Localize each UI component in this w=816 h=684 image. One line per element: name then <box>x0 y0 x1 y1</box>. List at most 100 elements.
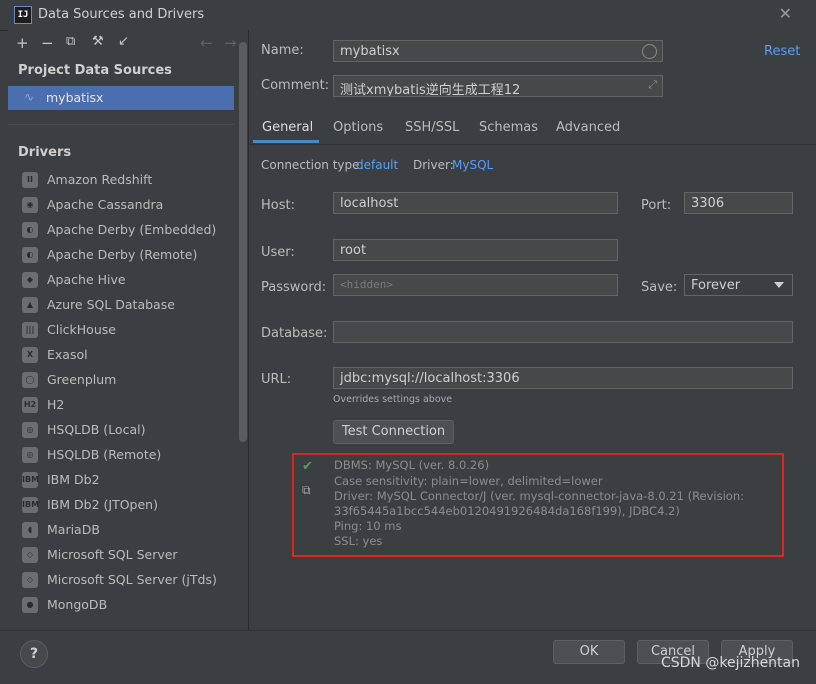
driver-label: IBM Db2 <box>47 472 100 487</box>
chevron-down-icon <box>774 282 784 288</box>
driver-item[interactable]: ◐ Apache Derby (Embedded) <box>8 218 234 243</box>
driver-item[interactable]: ◎ HSQLDB (Local) <box>8 418 234 443</box>
name-input[interactable]: mybatisx <box>333 40 663 62</box>
driver-label: Exasol <box>47 347 88 362</box>
tab-ssh-ssl[interactable]: SSH/SSL <box>405 120 459 135</box>
driver-label: ClickHouse <box>47 322 116 337</box>
connection-result-panel: ✔ ⧉ DBMS: MySQL (ver. 8.0.26) Case sensi… <box>292 453 784 557</box>
tab-schemas[interactable]: Schemas <box>479 120 538 135</box>
forward-arrow-icon[interactable]: → <box>224 34 237 56</box>
back-arrow-icon[interactable]: ← <box>200 34 213 56</box>
user-input[interactable]: root <box>333 239 618 261</box>
driver-item[interactable]: ▲ Azure SQL Database <box>8 293 234 318</box>
help-button[interactable]: ? <box>20 640 48 668</box>
driver-icon: ||| <box>22 322 38 338</box>
database-input[interactable] <box>333 321 793 343</box>
password-input[interactable]: <hidden> <box>333 274 618 296</box>
tab-general[interactable]: General <box>262 120 313 135</box>
driver-label: MongoDB <box>47 597 108 612</box>
tab-bar: General Options SSH/SSL Schemas Advanced <box>249 114 816 145</box>
driver-label: Apache Cassandra <box>47 197 164 212</box>
password-label: Password: <box>261 280 327 295</box>
copy-icon[interactable]: ⧉ <box>302 483 311 498</box>
save-value: Forever <box>691 278 741 293</box>
driver-item[interactable]: ◎ HSQLDB (Remote) <box>8 443 234 468</box>
wrench-icon[interactable]: ⚒ <box>92 34 104 56</box>
connection-type-label: Connection type: <box>261 158 364 172</box>
driver-label: Apache Hive <box>47 272 126 287</box>
scrollbar[interactable] <box>239 30 247 630</box>
driver-icon: IBM <box>22 497 39 513</box>
port-input[interactable]: 3306 <box>684 192 793 214</box>
data-source-mybatisx[interactable]: ∿ mybatisx <box>8 86 234 110</box>
reset-link[interactable]: Reset <box>764 44 800 59</box>
add-icon[interactable]: + <box>16 34 29 56</box>
connection-type-link[interactable]: default <box>356 158 398 172</box>
driver-item[interactable]: ◉ Apache Cassandra <box>8 193 234 218</box>
url-hint: Overrides settings above <box>333 394 453 405</box>
result-line: 33f65445a1bcc544eb0120491926484da168f199… <box>334 504 680 518</box>
driver-item[interactable]: H2 H2 <box>8 393 234 418</box>
divider <box>8 124 234 125</box>
dialog-footer: ? OK Cancel Apply CSDN @kejizhentan <box>0 630 816 684</box>
duplicate-icon[interactable]: ⧉ <box>66 34 75 56</box>
driver-label: HSQLDB (Remote) <box>47 447 162 462</box>
datasource-icon: ∿ <box>24 90 35 104</box>
database-label: Database: <box>261 326 328 341</box>
driver-item[interactable]: ◐ Apache Derby (Remote) <box>8 243 234 268</box>
driver-label: Driver: <box>413 158 454 172</box>
host-input[interactable]: localhost <box>333 192 618 214</box>
driver-label: Microsoft SQL Server <box>47 547 178 562</box>
url-label: URL: <box>261 372 292 387</box>
driver-label: Microsoft SQL Server (jTds) <box>47 572 217 587</box>
driver-icon: ◇ <box>22 547 38 563</box>
driver-item[interactable]: ◆ Apache Hive <box>8 268 234 293</box>
driver-label: Azure SQL Database <box>47 297 175 312</box>
name-value: mybatisx <box>340 44 400 59</box>
name-label: Name: <box>261 43 304 58</box>
scrollbar-thumb[interactable] <box>239 42 247 442</box>
right-panel: Name: mybatisx Reset Comment: 测试xmybatis… <box>249 30 816 630</box>
host-label: Host: <box>261 198 295 213</box>
test-connection-button[interactable]: Test Connection <box>333 420 454 444</box>
comment-input[interactable]: 测试xmybatis逆向生成工程12 ⤢ <box>333 75 663 97</box>
driver-label: Apache Derby (Remote) <box>47 247 198 262</box>
color-picker-icon[interactable] <box>642 44 657 59</box>
save-dropdown[interactable]: Forever <box>684 274 793 296</box>
driver-icon: ◐ <box>22 247 38 263</box>
remove-icon[interactable]: − <box>41 34 54 56</box>
project-data-sources-heading: Project Data Sources <box>18 63 172 78</box>
tab-options[interactable]: Options <box>333 120 383 135</box>
driver-label: H2 <box>47 397 65 412</box>
driver-item[interactable]: ◇ Microsoft SQL Server (jTds) <box>8 568 234 593</box>
driver-item[interactable]: ◯ Greenplum <box>8 368 234 393</box>
driver-item[interactable]: ● MongoDB <box>8 593 234 618</box>
url-input[interactable]: jdbc:mysql://localhost:3306 <box>333 367 793 389</box>
expand-icon[interactable]: ⤢ <box>648 78 657 92</box>
driver-item[interactable]: IBM IBM Db2 (JTOpen) <box>8 493 234 518</box>
result-line: Case sensitivity: plain=lower, delimited… <box>334 474 603 488</box>
driver-item[interactable]: X Exasol <box>8 343 234 368</box>
intellij-icon: IJ <box>14 6 32 24</box>
driver-item[interactable]: ◇ Microsoft SQL Server <box>8 543 234 568</box>
tab-advanced[interactable]: Advanced <box>556 120 620 135</box>
import-icon[interactable]: ↙ <box>118 34 129 56</box>
driver-icon: ▲ <box>22 297 38 313</box>
active-tab-indicator <box>253 140 319 143</box>
driver-label: MariaDB <box>47 522 100 537</box>
driver-icon: ● <box>22 597 38 613</box>
driver-item[interactable]: IBM IBM Db2 <box>8 468 234 493</box>
driver-item[interactable]: ||| ClickHouse <box>8 318 234 343</box>
driver-label: HSQLDB (Local) <box>47 422 146 437</box>
close-icon[interactable]: ✕ <box>779 4 792 23</box>
data-source-label: mybatisx <box>46 90 104 105</box>
ok-button[interactable]: OK <box>553 640 625 664</box>
driver-link[interactable]: MySQL <box>452 158 493 172</box>
driver-item[interactable]: II Amazon Redshift <box>8 168 234 193</box>
driver-item[interactable]: ◖ MariaDB <box>8 518 234 543</box>
driver-icon: ◇ <box>22 572 38 588</box>
result-line: Driver: MySQL Connector/J (ver. mysql-co… <box>334 489 745 503</box>
user-label: User: <box>261 245 295 260</box>
driver-icon: ◖ <box>22 522 38 538</box>
drivers-heading: Drivers <box>18 145 72 160</box>
